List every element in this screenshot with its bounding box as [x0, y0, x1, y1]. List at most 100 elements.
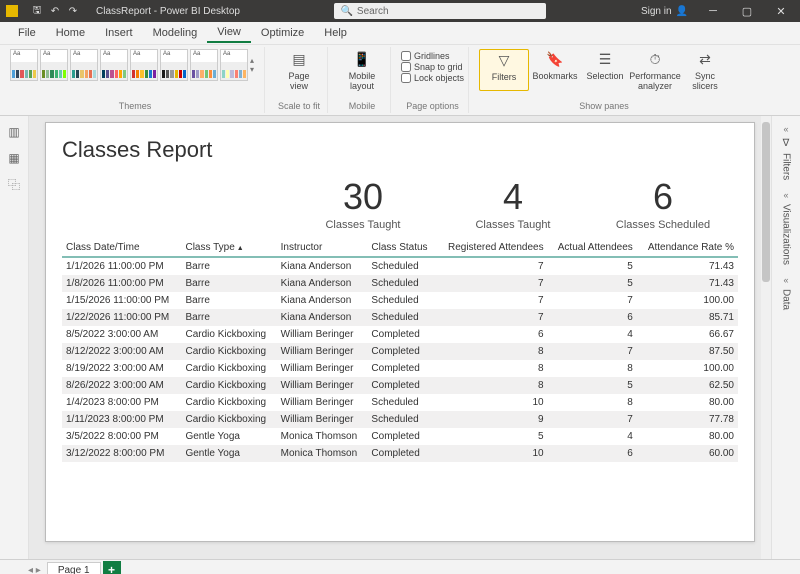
menu-view[interactable]: View	[207, 23, 251, 43]
redo-icon[interactable]: ↷	[66, 4, 80, 18]
kpi-value: 4	[448, 179, 578, 215]
data-table[interactable]: Class Date/TimeClass Type▲InstructorClas…	[62, 239, 738, 462]
menu-insert[interactable]: Insert	[95, 24, 143, 42]
close-button[interactable]: ✕	[766, 0, 796, 22]
search-box[interactable]: 🔍 Search	[334, 3, 546, 19]
report-view-icon[interactable]: ▥	[6, 124, 22, 140]
filters-pane-collapsed[interactable]: «∇Filters	[781, 124, 792, 180]
table-row[interactable]: 8/12/2022 3:00:00 AMCardio KickboxingWil…	[62, 343, 738, 360]
table-cell: Barre	[181, 292, 276, 309]
sort-ascending-icon: ▲	[237, 245, 244, 252]
model-view-icon[interactable]: ⿻	[6, 176, 22, 192]
table-row[interactable]: 1/22/2026 11:00:00 PMBarreKiana Anderson…	[62, 309, 738, 326]
snap-checkbox[interactable]: Snap to grid	[401, 62, 464, 72]
maximize-button[interactable]: ▢	[732, 0, 762, 22]
visualizations-pane-collapsed[interactable]: «Visualizations	[781, 190, 792, 265]
table-cell: 3/12/2022 8:00:00 PM	[62, 445, 181, 462]
selection-pane-button[interactable]: ☰Selection	[581, 49, 629, 91]
table-cell: Scheduled	[367, 394, 436, 411]
table-cell: Barre	[181, 257, 276, 275]
tab-nav-arrows[interactable]: ◂ ▸	[28, 565, 41, 574]
table-cell: Monica Thomson	[277, 428, 368, 445]
vertical-scrollbar[interactable]	[761, 116, 771, 559]
table-cell: 6	[436, 326, 547, 343]
table-cell: 1/22/2026 11:00:00 PM	[62, 309, 181, 326]
column-header[interactable]: Actual Attendees	[548, 239, 637, 257]
table-cell: Kiana Anderson	[277, 292, 368, 309]
table-cell: 66.67	[637, 326, 738, 343]
table-row[interactable]: 1/1/2026 11:00:00 PMBarreKiana AndersonS…	[62, 257, 738, 275]
table-cell: 6	[548, 445, 637, 462]
filters-pane-button[interactable]: ▽Filters	[479, 49, 529, 91]
kpi-card[interactable]: 4Classes Taught	[448, 179, 578, 231]
column-header[interactable]: Instructor	[277, 239, 368, 257]
undo-icon[interactable]: ↶	[48, 4, 62, 18]
data-pane-collapsed[interactable]: «Data	[781, 275, 792, 310]
menu-home[interactable]: Home	[46, 24, 95, 42]
table-cell: 7	[548, 292, 637, 309]
sign-in-button[interactable]: Sign in👤	[641, 6, 688, 17]
table-row[interactable]: 8/5/2022 3:00:00 AMCardio KickboxingWill…	[62, 326, 738, 343]
page-tab-1[interactable]: Page 1	[47, 562, 101, 574]
kpi-label: Classes Scheduled	[598, 219, 728, 231]
table-row[interactable]: 1/4/2023 8:00:00 PMCardio KickboxingWill…	[62, 394, 738, 411]
menu-modeling[interactable]: Modeling	[143, 24, 208, 42]
menu-file[interactable]: File	[8, 24, 46, 42]
table-row[interactable]: 1/8/2026 11:00:00 PMBarreKiana AndersonS…	[62, 275, 738, 292]
table-row[interactable]: 1/11/2023 8:00:00 PMCardio KickboxingWil…	[62, 411, 738, 428]
column-header[interactable]: Class Type▲	[181, 239, 276, 257]
performance-analyzer-button[interactable]: ⏱Performance analyzer	[631, 49, 679, 91]
themes-gallery[interactable]: ▴▾	[10, 49, 260, 81]
table-cell: 4	[548, 326, 637, 343]
table-cell: 5	[548, 275, 637, 292]
lock-checkbox[interactable]: Lock objects	[401, 73, 464, 83]
table-cell: Barre	[181, 275, 276, 292]
chevron-left-icon: «	[784, 275, 789, 285]
table-cell: 8	[436, 377, 547, 394]
ribbon: ▴▾ Themes ▤Page view Scale to fit 📱Mobil…	[0, 45, 800, 116]
table-cell: 10	[436, 394, 547, 411]
sync-slicers-button[interactable]: ⇄Sync slicers	[681, 49, 729, 91]
table-view-icon[interactable]: ▦	[6, 150, 22, 166]
table-cell: 8	[436, 343, 547, 360]
gridlines-checkbox[interactable]: Gridlines	[401, 51, 464, 61]
page-view-button[interactable]: ▤Page view	[275, 49, 323, 91]
table-cell: Gentle Yoga	[181, 428, 276, 445]
column-header[interactable]: Class Date/Time	[62, 239, 181, 257]
left-view-rail: ▥ ▦ ⿻	[0, 116, 29, 559]
table-cell: 5	[436, 428, 547, 445]
table-row[interactable]: 3/5/2022 8:00:00 PMGentle YogaMonica Tho…	[62, 428, 738, 445]
report-canvas[interactable]: Classes Report 30Classes Taught4Classes …	[45, 122, 755, 542]
table-cell: 1/8/2026 11:00:00 PM	[62, 275, 181, 292]
column-header[interactable]: Class Status	[367, 239, 436, 257]
table-cell: Kiana Anderson	[277, 275, 368, 292]
page-tabs: ◂ ▸ Page 1 +	[0, 559, 800, 574]
column-header[interactable]: Registered Attendees	[436, 239, 547, 257]
table-cell: Cardio Kickboxing	[181, 343, 276, 360]
user-icon: 👤	[676, 6, 688, 17]
table-row[interactable]: 3/12/2022 8:00:00 PMGentle YogaMonica Th…	[62, 445, 738, 462]
table-row[interactable]: 1/15/2026 11:00:00 PMBarreKiana Anderson…	[62, 292, 738, 309]
save-icon[interactable]: 🖫	[30, 4, 44, 18]
bookmarks-pane-button[interactable]: 🔖Bookmarks	[531, 49, 579, 91]
funnel-icon: ∇	[783, 138, 790, 149]
table-cell: Scheduled	[367, 257, 436, 275]
table-cell: 71.43	[637, 275, 738, 292]
table-cell: Kiana Anderson	[277, 309, 368, 326]
kpi-card[interactable]: 30Classes Taught	[298, 179, 428, 231]
kpi-label: Classes Taught	[298, 219, 428, 231]
kpi-card[interactable]: 6Classes Scheduled	[598, 179, 728, 231]
mobile-layout-button[interactable]: 📱Mobile layout	[338, 49, 386, 91]
chevron-left-icon: «	[784, 124, 789, 134]
table-cell: Cardio Kickboxing	[181, 360, 276, 377]
table-row[interactable]: 8/19/2022 3:00:00 AMCardio KickboxingWil…	[62, 360, 738, 377]
table-cell: William Beringer	[277, 377, 368, 394]
table-cell: 7	[436, 292, 547, 309]
add-page-button[interactable]: +	[103, 561, 121, 574]
table-cell: Cardio Kickboxing	[181, 394, 276, 411]
table-row[interactable]: 8/26/2022 3:00:00 AMCardio KickboxingWil…	[62, 377, 738, 394]
menu-optimize[interactable]: Optimize	[251, 24, 314, 42]
menu-help[interactable]: Help	[314, 24, 357, 42]
column-header[interactable]: Attendance Rate %	[637, 239, 738, 257]
minimize-button[interactable]: ─	[698, 0, 728, 22]
